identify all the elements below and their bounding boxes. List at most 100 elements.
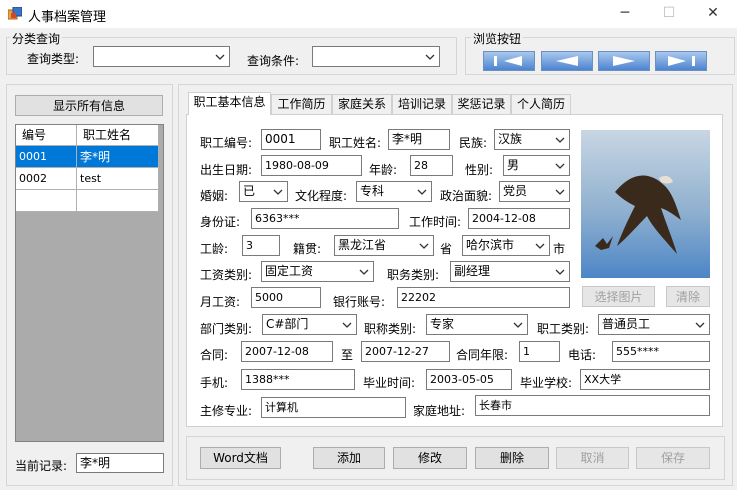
query-group-title: 分类查询: [10, 30, 63, 47]
politics-combo[interactable]: 党员: [499, 181, 570, 202]
first-icon: [494, 56, 522, 66]
bank-field[interactable]: 22202: [397, 287, 570, 308]
show-all-button[interactable]: 显示所有信息: [15, 95, 163, 116]
word-doc-button[interactable]: Word文档: [200, 447, 281, 469]
emp-no-field[interactable]: 0001: [261, 129, 321, 150]
worker-type-combo[interactable]: 普通员工: [598, 314, 710, 335]
monthly-salary-label: 月工资:: [200, 295, 241, 309]
grad-time-field[interactable]: 2003-05-05: [426, 369, 512, 390]
row-name: [77, 190, 159, 212]
major-field[interactable]: 计算机: [261, 397, 406, 418]
contract-start-field[interactable]: 2007-12-08: [241, 341, 333, 362]
seniority-field[interactable]: 3: [242, 235, 280, 256]
phone-field[interactable]: 555****: [612, 341, 710, 362]
tab-family[interactable]: 家庭关系: [332, 94, 392, 114]
education-combo[interactable]: 专科: [356, 181, 432, 202]
query-cond-label: 查询条件:: [247, 54, 300, 68]
chevron-down-icon: [555, 137, 565, 143]
table-row[interactable]: 0002 test: [16, 168, 159, 190]
save-button[interactable]: 保存: [636, 447, 710, 469]
ethnic-combo[interactable]: 汉族: [494, 129, 570, 150]
city-suffix: 市: [553, 242, 566, 256]
chevron-down-icon: [513, 322, 523, 328]
close-button[interactable]: ✕: [698, 2, 728, 24]
id-field[interactable]: 6363***: [251, 208, 399, 229]
chevron-down-icon: [419, 243, 429, 249]
tab-resume[interactable]: 个人简历: [511, 94, 571, 114]
ethnic-label: 民族:: [459, 136, 488, 150]
next-icon: [613, 56, 635, 66]
emp-no-label: 职工编号:: [200, 136, 253, 150]
edit-button[interactable]: 修改: [393, 447, 467, 469]
chevron-down-icon: [555, 269, 565, 275]
province-combo[interactable]: 黑龙江省: [334, 235, 434, 256]
age-field[interactable]: 28: [410, 155, 453, 176]
chevron-down-icon: [417, 189, 427, 195]
row-name: 李*明: [77, 146, 159, 168]
browse-group-title: 浏览按钮: [471, 30, 524, 47]
school-field[interactable]: XX大学: [580, 369, 710, 390]
last-icon: [668, 56, 695, 66]
title-bar: 人事档案管理 ─ ☐ ✕: [0, 0, 737, 28]
first-record-button[interactable]: [483, 51, 535, 71]
marriage-combo[interactable]: 已: [239, 181, 288, 202]
chevron-down-icon: [535, 243, 545, 249]
last-record-button[interactable]: [655, 51, 707, 71]
address-field[interactable]: 长春市: [475, 395, 710, 416]
grad-time-label: 毕业时间:: [363, 376, 416, 390]
add-button[interactable]: 添加: [313, 447, 385, 469]
work-time-label: 工作时间:: [409, 215, 462, 229]
delete-button[interactable]: 删除: [475, 447, 549, 469]
chevron-down-icon: [273, 189, 283, 195]
salary-type-combo[interactable]: 固定工资: [261, 261, 374, 282]
chevron-down-icon: [425, 54, 435, 60]
politics-label: 政治面貌:: [440, 189, 493, 203]
table-row-new[interactable]: [16, 190, 159, 212]
rank-label: 职称类别:: [364, 322, 417, 336]
emp-name-field[interactable]: 李*明: [388, 129, 450, 150]
native-label: 籍贯:: [293, 242, 322, 256]
current-record-label: 当前记录:: [15, 459, 68, 473]
maximize-button[interactable]: ☐: [654, 2, 684, 24]
next-record-button[interactable]: [598, 51, 650, 71]
minimize-button[interactable]: ─: [610, 2, 640, 24]
worker-type-label: 职工类别:: [537, 322, 590, 336]
current-record-field[interactable]: 李*明: [76, 453, 164, 473]
contract-end-field[interactable]: 2007-12-27: [361, 341, 450, 362]
row-id: 0002: [16, 168, 77, 190]
clear-photo-button[interactable]: 清除: [666, 286, 710, 307]
table-row[interactable]: 0001 李*明: [16, 146, 159, 168]
dept-label: 部门类别:: [200, 322, 253, 336]
query-cond-combo[interactable]: [312, 46, 440, 67]
title-type-combo[interactable]: 副经理: [450, 261, 570, 282]
birth-field[interactable]: 1980-08-09: [261, 155, 362, 176]
query-type-label: 查询类型:: [27, 52, 80, 66]
grid-column-name: 职工姓名: [77, 125, 159, 146]
tab-training[interactable]: 培训记录: [392, 94, 452, 114]
contract-label: 合同:: [200, 348, 229, 362]
chevron-down-icon: [695, 322, 705, 328]
choose-photo-button[interactable]: 选择图片: [582, 286, 655, 307]
prev-record-button[interactable]: [541, 51, 593, 71]
tab-basic-info[interactable]: 职工基本信息: [188, 92, 271, 115]
dept-combo[interactable]: C#部门: [262, 314, 357, 335]
tab-rewards[interactable]: 奖惩记录: [452, 94, 511, 114]
tab-work-history[interactable]: 工作简历: [271, 94, 332, 114]
mobile-field[interactable]: 1388***: [241, 369, 355, 390]
grid-header: 编号 职工姓名: [16, 125, 159, 146]
prev-icon: [556, 56, 578, 66]
gender-label: 性别:: [465, 163, 494, 177]
employee-photo: [581, 130, 710, 278]
gender-combo[interactable]: 男: [503, 155, 570, 176]
education-label: 文化程度:: [295, 189, 348, 203]
city-combo[interactable]: 哈尔滨市: [462, 235, 550, 256]
work-time-field[interactable]: 2004-12-08: [468, 208, 570, 229]
monthly-salary-field[interactable]: 5000: [251, 287, 321, 308]
grid-column-id: 编号: [16, 125, 77, 146]
chevron-down-icon: [555, 163, 565, 169]
cancel-button[interactable]: 取消: [556, 447, 629, 469]
query-type-combo[interactable]: [93, 46, 230, 67]
contract-years-field[interactable]: 1: [519, 341, 560, 362]
marriage-label: 婚姻:: [200, 189, 229, 203]
rank-combo[interactable]: 专家: [426, 314, 528, 335]
